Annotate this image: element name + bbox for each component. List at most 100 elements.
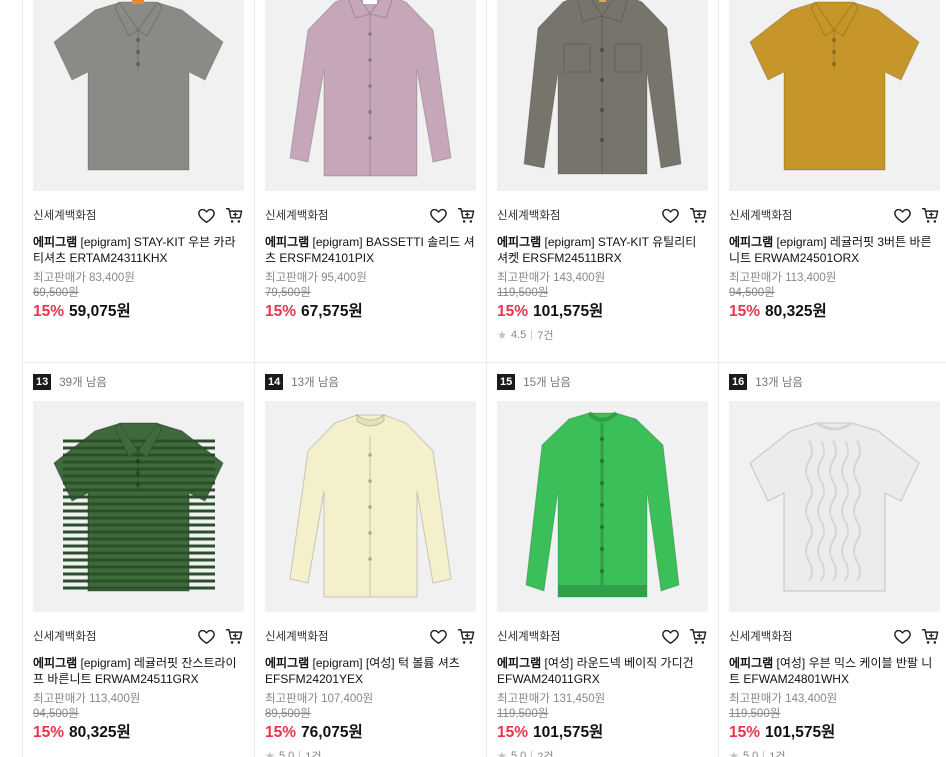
store-name: 신세계백화점 (497, 210, 561, 222)
heart-outline-icon[interactable] (429, 627, 448, 646)
brand-name: 에피그램 (265, 235, 310, 249)
store-line: 신세계백화점 (265, 206, 476, 226)
rating-score: 4.5 (511, 329, 527, 341)
product-info: 신세계백화점에피그램 [epigram] 레귤러핏 잔스트라이프 바른니트 ER… (33, 627, 244, 743)
heart-outline-icon[interactable] (893, 627, 912, 646)
discount-rate: 15% (33, 303, 65, 320)
heart-outline-icon[interactable] (661, 206, 680, 225)
card-actions (893, 627, 940, 646)
garment-illustration (497, 0, 708, 191)
product-image[interactable] (33, 0, 244, 191)
garment-illustration (265, 401, 476, 612)
product-image[interactable] (729, 401, 940, 612)
store-line: 신세계백화점 (265, 627, 476, 647)
rating-score: 5.0 (743, 750, 759, 757)
product-image[interactable] (265, 401, 476, 612)
store-name: 신세계백화점 (33, 210, 97, 222)
sale-price: 76,075원 (301, 724, 363, 741)
card-actions (893, 206, 940, 225)
card-actions (661, 206, 708, 225)
rank-line: 14 13개 남음 (265, 373, 339, 391)
rank-badge: 13 (33, 374, 52, 390)
garment-illustration (729, 0, 940, 191)
rank-badge: 14 (265, 374, 284, 390)
product-title[interactable]: 에피그램 [여성] 라운드넥 베이직 가디건 EFWAM24011GRX (497, 655, 708, 687)
column-divider (718, 0, 719, 757)
rating-separator (531, 330, 533, 340)
sale-price: 101,575원 (533, 724, 604, 741)
product-grid: 신세계백화점 에피그램 [epigram] STAY-KIT 우븐 카라 티셔츠 … (0, 0, 946, 757)
store-name: 신세계백화점 (265, 210, 329, 222)
cart-icon[interactable] (689, 627, 708, 646)
card-actions (197, 206, 244, 225)
product-info: 신세계백화점에피그램 [epigram] STAY-KIT 우븐 카라 티셔츠 … (33, 206, 244, 322)
product-info: 신세계백화점 에피그램 [여성] 우븐 믹스 케이블 반팔 니트 EFWAM248… (729, 627, 940, 757)
product-title[interactable]: 에피그램 [epigram] [여성] 턱 볼륨 셔츠 EFSFM24201YE… (265, 655, 476, 687)
product-title[interactable]: 에피그램 [epigram] 레귤러핏 3버튼 바른니트 ERWAM24501O… (729, 234, 940, 266)
store-name: 신세계백화점 (265, 631, 329, 643)
brand-name: 에피그램 (265, 656, 310, 670)
star-icon (497, 751, 507, 757)
rating-line: 5.0 2건 (497, 749, 708, 757)
product-image[interactable] (497, 401, 708, 612)
review-count[interactable]: 2건 (537, 748, 553, 757)
sale-price: 101,575원 (765, 724, 836, 741)
garment-illustration (497, 401, 708, 612)
max-price: 최고판매가 95,400원 (265, 272, 367, 284)
cart-icon[interactable] (689, 206, 708, 225)
store-line: 신세계백화점 (729, 206, 940, 226)
discount-rate: 15% (33, 724, 65, 741)
max-price: 최고판매가 107,400원 (265, 693, 374, 705)
review-count[interactable]: 1건 (305, 748, 321, 757)
column-divider (22, 0, 23, 757)
star-icon (265, 751, 275, 757)
product-image[interactable] (265, 0, 476, 191)
price-line: 15% 67,575원 (265, 302, 476, 322)
garment-illustration (33, 401, 244, 612)
rank-line: 16 13개 남음 (729, 373, 803, 391)
original-price: 119,500원 (729, 708, 781, 720)
review-count[interactable]: 1건 (769, 748, 785, 757)
brand-name: 에피그램 (33, 235, 78, 249)
product-info: 신세계백화점에피그램 [epigram] 레귤러핏 3버튼 바른니트 ERWAM… (729, 206, 940, 322)
store-line: 신세계백화점 (497, 206, 708, 226)
cart-icon[interactable] (921, 627, 940, 646)
product-title[interactable]: 에피그램 [epigram] BASSETTI 솔리드 셔츠 ERSFM2410… (265, 234, 476, 266)
heart-outline-icon[interactable] (893, 206, 912, 225)
review-count[interactable]: 7건 (537, 327, 553, 343)
rating-score: 5.0 (511, 750, 527, 757)
rating-line: 5.0 1건 (265, 749, 476, 757)
discount-rate: 15% (729, 724, 761, 741)
product-image[interactable] (497, 0, 708, 191)
cart-icon[interactable] (225, 627, 244, 646)
heart-outline-icon[interactable] (429, 206, 448, 225)
garment-illustration (729, 401, 940, 612)
price-line: 15% 101,575원 (729, 723, 940, 743)
product-row-1: 신세계백화점에피그램 [epigram] STAY-KIT 우븐 카라 티셔츠 … (0, 0, 946, 362)
heart-outline-icon[interactable] (197, 627, 216, 646)
heart-outline-icon[interactable] (661, 627, 680, 646)
product-title[interactable]: 에피그램 [여성] 우븐 믹스 케이블 반팔 니트 EFWAM24801WHX (729, 655, 940, 687)
cart-icon[interactable] (457, 627, 476, 646)
cart-icon[interactable] (457, 206, 476, 225)
product-title[interactable]: 에피그램 [epigram] STAY-KIT 우븐 카라 티셔츠 ERTAM2… (33, 234, 244, 266)
product-title[interactable]: 에피그램 [epigram] 레귤러핏 잔스트라이프 바른니트 ERWAM245… (33, 655, 244, 687)
product-title[interactable]: 에피그램 [epigram] STAY-KIT 유틸리티 셔켓 ERSFM245… (497, 234, 708, 266)
original-price: 89,500원 (265, 708, 311, 720)
star-icon (729, 751, 739, 757)
product-image[interactable] (729, 0, 940, 191)
rank-line: 15 15개 남음 (497, 373, 571, 391)
product-info: 신세계백화점에피그램 [epigram] [여성] 턱 볼륨 셔츠 EFSFM2… (265, 627, 476, 757)
heart-outline-icon[interactable] (197, 206, 216, 225)
store-line: 신세계백화점 (33, 627, 244, 647)
product-info: 신세계백화점 에피그램 [여성] 라운드넥 베이직 가디건 EFWAM24011G… (497, 627, 708, 757)
cart-icon[interactable] (225, 206, 244, 225)
card-actions (197, 627, 244, 646)
product-image[interactable] (33, 401, 244, 612)
cart-icon[interactable] (921, 206, 940, 225)
sale-price: 80,325원 (765, 303, 827, 320)
brand-name: 에피그램 (497, 656, 542, 670)
original-price: 79,500원 (265, 287, 311, 299)
column-divider (254, 0, 255, 757)
stock-remaining: 39개 남음 (59, 377, 107, 389)
